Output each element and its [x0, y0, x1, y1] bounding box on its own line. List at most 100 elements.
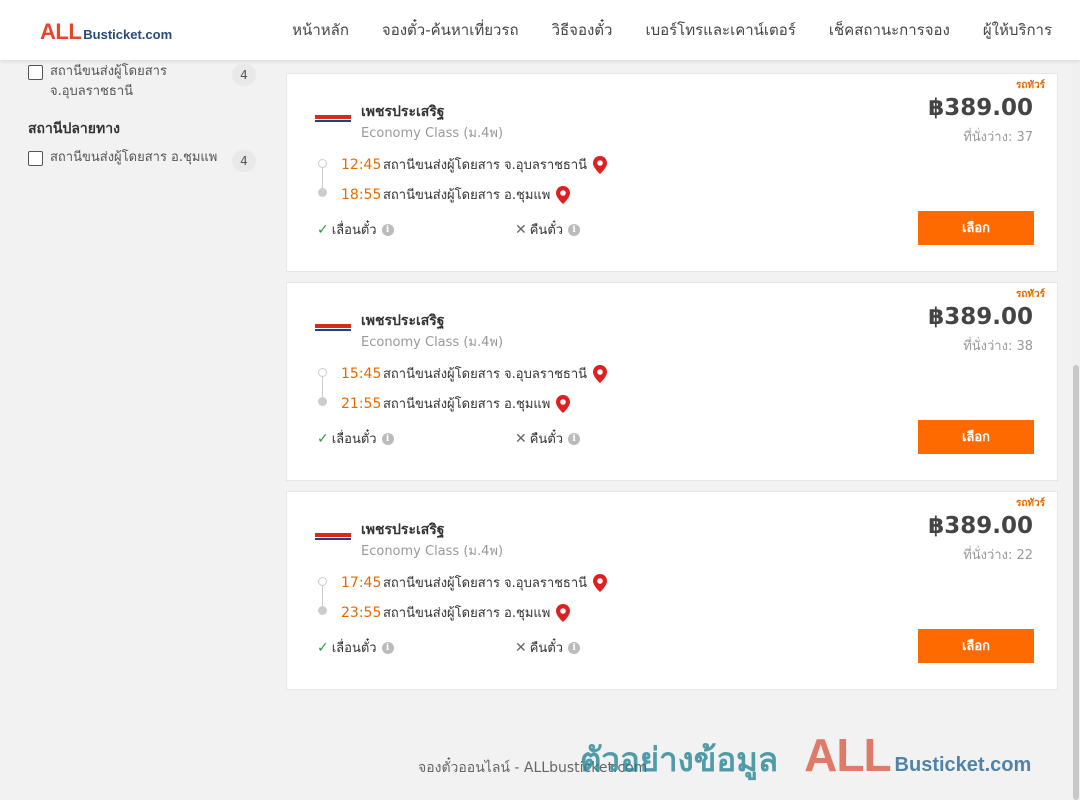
bus-class: Economy Class (ม.4พ) — [361, 126, 504, 141]
trip-price: ฿389.00 — [928, 304, 1033, 330]
nav-book-search[interactable]: จองตั๋ว-ค้นหาเที่ยวรถ — [382, 18, 519, 42]
feature-refund-label: คืนตั๋ว — [529, 223, 564, 238]
feature-reschedule: ✓ เลื่อนตั๋ว i — [317, 219, 394, 240]
logo-domain-text: Busticket.com — [83, 27, 173, 42]
info-icon[interactable]: i — [568, 641, 581, 654]
info-icon[interactable]: i — [381, 223, 394, 236]
feature-reschedule: ✓ เลื่อนตั๋ว i — [317, 637, 394, 658]
arrival-dot-icon — [318, 188, 327, 197]
operator-name: เพชรประเสริฐ — [361, 522, 445, 538]
feature-reschedule-label: เลื่อนตั๋ว — [331, 641, 377, 656]
bus-type-badge: รถทัวร์ — [1015, 80, 1045, 91]
destination-heading: สถานีปลายทาง — [28, 121, 120, 137]
trip-card: รถทัวร์ เพชรประเสริฐ Economy Class (ม.4พ… — [286, 73, 1058, 272]
select-trip-button[interactable]: เลือก — [918, 211, 1034, 245]
destination-filter-row[interactable]: สถานีขนส่งผู้โดยสาร อ.ชุมแพ 4 — [28, 148, 256, 172]
destination-filter-checkbox[interactable] — [28, 151, 43, 166]
feature-reschedule: ✓ เลื่อนตั๋ว i — [317, 428, 394, 449]
map-pin-icon[interactable] — [556, 185, 571, 204]
select-trip-button[interactable]: เลือก — [918, 420, 1034, 454]
bus-type-badge: รถทัวร์ — [1015, 289, 1045, 300]
origin-filter-row[interactable]: สถานีขนส่งผู้โดยสาร จ.อุบลราชธานี 4 — [28, 62, 256, 102]
arrival-time: 21:55 — [341, 395, 382, 412]
operator-name: เพชรประเสริฐ — [361, 313, 445, 329]
site-logo[interactable]: ALL Busticket.com — [40, 19, 172, 45]
trip-card: รถทัวร์ เพชรประเสริฐ Economy Class (ม.4พ… — [286, 282, 1058, 481]
arrival-stop: 23:55 สถานีขนส่งผู้โดยสาร อ.ชุมแพ — [341, 602, 571, 623]
departure-stop: 15:45 สถานีขนส่งผู้โดยสาร จ.อุบลราชธานี — [341, 363, 608, 384]
seats-available: ที่นั่งว่าง: 38 — [963, 339, 1033, 354]
sample-data-watermark: ตัวอย่างข้อมูล ALL Busticket.com — [580, 728, 1031, 786]
info-icon[interactable]: i — [381, 432, 394, 445]
cross-icon: ✕ — [515, 639, 527, 656]
nav-check-booking[interactable]: เช็คสถานะการจอง — [829, 18, 950, 42]
logo-all-text: ALL — [40, 19, 82, 44]
info-icon[interactable]: i — [568, 223, 581, 236]
departure-time: 15:45 — [341, 365, 382, 382]
seats-available: ที่นั่งว่าง: 37 — [963, 130, 1033, 145]
footer-text: จองตั๋วออนไลน์ - ALLbusticket.com — [418, 760, 648, 776]
check-icon: ✓ — [317, 639, 329, 656]
nav-home[interactable]: หน้าหลัก — [292, 18, 349, 42]
info-icon[interactable]: i — [381, 641, 394, 654]
trip-price: ฿389.00 — [928, 513, 1033, 539]
watermark-domain-text: Busticket.com — [894, 754, 1032, 776]
origin-filter-label: สถานีขนส่งผู้โดยสาร จ.อุบลราชธานี — [50, 64, 167, 99]
feature-reschedule-label: เลื่อนตั๋ว — [331, 432, 377, 447]
arrival-station: สถานีขนส่งผู้โดยสาร อ.ชุมแพ — [383, 188, 551, 203]
check-icon: ✓ — [317, 430, 329, 447]
scrollbar-thumb[interactable] — [1073, 365, 1079, 800]
destination-filter-count: 4 — [232, 150, 256, 172]
trip-card: รถทัวร์ เพชรประเสริฐ Economy Class (ม.4พ… — [286, 491, 1058, 690]
trip-price: ฿389.00 — [928, 95, 1033, 121]
departure-dot-icon — [318, 159, 327, 168]
feature-refund-label: คืนตั๋ว — [529, 432, 564, 447]
bus-class: Economy Class (ม.4พ) — [361, 335, 504, 350]
cross-icon: ✕ — [515, 430, 527, 447]
seats-available: ที่นั่งว่าง: 22 — [963, 548, 1033, 563]
operator-logo-icon — [315, 324, 351, 331]
departure-stop: 17:45 สถานีขนส่งผู้โดยสาร จ.อุบลราชธานี — [341, 572, 608, 593]
filter-sidebar: สถานีขนส่งผู้โดยสาร จ.อุบลราชธานี 4 สถาน… — [28, 60, 256, 172]
arrival-stop: 18:55 สถานีขนส่งผู้โดยสาร อ.ชุมแพ — [341, 184, 571, 205]
arrival-dot-icon — [318, 606, 327, 615]
map-pin-icon[interactable] — [556, 394, 571, 413]
nav-how-to-book[interactable]: วิธีจองตั๋ว — [552, 18, 613, 42]
departure-dot-icon — [318, 577, 327, 586]
watermark-all-text: ALL — [804, 729, 891, 781]
feature-refund-label: คืนตั๋ว — [529, 641, 564, 656]
arrival-time: 18:55 — [341, 186, 382, 203]
departure-time: 12:45 — [341, 156, 382, 173]
departure-time: 17:45 — [341, 574, 382, 591]
operator-logo-icon — [315, 115, 351, 122]
nav-operators[interactable]: ผู้ให้บริการ — [983, 18, 1052, 42]
operator-logo-icon — [315, 533, 351, 540]
cross-icon: ✕ — [515, 221, 527, 238]
feature-refund: ✕ คืนตั๋ว i — [515, 219, 581, 240]
check-icon: ✓ — [317, 221, 329, 238]
origin-filter-count: 4 — [232, 64, 256, 86]
select-trip-button[interactable]: เลือก — [918, 629, 1034, 663]
feature-reschedule-label: เลื่อนตั๋ว — [331, 223, 377, 238]
arrival-dot-icon — [318, 397, 327, 406]
main-nav: หน้าหลัก จองตั๋ว-ค้นหาเที่ยวรถ วิธีจองตั… — [259, 0, 1052, 60]
nav-contact-counter[interactable]: เบอร์โทรและเคาน์เตอร์ — [645, 18, 795, 42]
origin-filter-checkbox[interactable] — [28, 65, 43, 80]
map-pin-icon[interactable] — [593, 573, 608, 592]
departure-dot-icon — [318, 368, 327, 377]
map-pin-icon[interactable] — [556, 603, 571, 622]
page-scrollbar[interactable] — [1072, 0, 1080, 800]
map-pin-icon[interactable] — [593, 155, 608, 174]
map-pin-icon[interactable] — [593, 364, 608, 383]
top-header: ALL Busticket.com หน้าหลัก จองตั๋ว-ค้นหา… — [0, 0, 1080, 60]
arrival-station: สถานีขนส่งผู้โดยสาร อ.ชุมแพ — [383, 397, 551, 412]
arrival-station: สถานีขนส่งผู้โดยสาร อ.ชุมแพ — [383, 606, 551, 621]
departure-station: สถานีขนส่งผู้โดยสาร จ.อุบลราชธานี — [383, 367, 588, 382]
bus-type-badge: รถทัวร์ — [1015, 498, 1045, 509]
info-icon[interactable]: i — [568, 432, 581, 445]
bus-class: Economy Class (ม.4พ) — [361, 544, 504, 559]
feature-refund: ✕ คืนตั๋ว i — [515, 428, 581, 449]
destination-filter-label: สถานีขนส่งผู้โดยสาร อ.ชุมแพ — [50, 150, 218, 165]
arrival-time: 23:55 — [341, 604, 382, 621]
departure-station: สถานีขนส่งผู้โดยสาร จ.อุบลราชธานี — [383, 158, 588, 173]
